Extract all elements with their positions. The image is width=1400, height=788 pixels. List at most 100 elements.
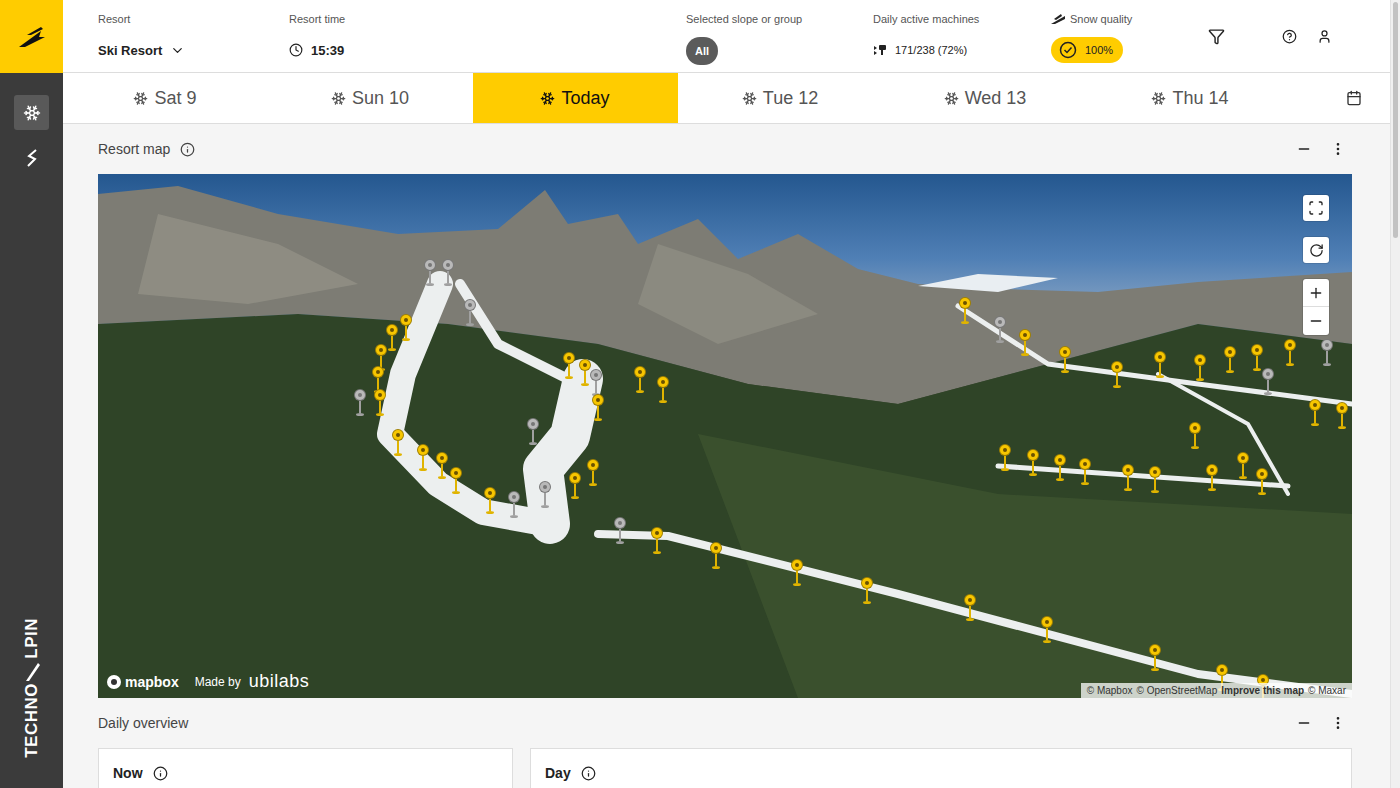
calendar-button[interactable] <box>1293 73 1390 123</box>
map-pin[interactable] <box>1206 464 1218 492</box>
user-button[interactable] <box>1308 20 1340 52</box>
menu-button[interactable] <box>1324 707 1352 739</box>
map-pin[interactable] <box>1194 354 1206 382</box>
map-pin[interactable] <box>386 324 398 352</box>
map-pin[interactable] <box>1189 422 1201 450</box>
sidebar-item[interactable] <box>14 95 49 130</box>
map-pin[interactable] <box>1251 344 1263 372</box>
map-section-header: Resort map <box>63 124 1390 174</box>
map-pin[interactable] <box>1122 464 1134 492</box>
info-icon[interactable] <box>581 766 596 781</box>
collapse-button[interactable] <box>1290 133 1318 165</box>
day-tab[interactable]: Sat 9 <box>63 73 268 123</box>
menu-button[interactable] <box>1324 133 1352 165</box>
map-pin[interactable] <box>657 376 669 404</box>
help-button[interactable] <box>1270 20 1308 52</box>
map-pin[interactable] <box>1224 346 1236 374</box>
map-pin[interactable] <box>508 491 520 519</box>
map-pin[interactable] <box>999 444 1011 472</box>
map-pin[interactable] <box>590 369 602 397</box>
scroll-thumb[interactable] <box>1393 2 1398 238</box>
map-pin[interactable] <box>1149 644 1161 672</box>
map-pin[interactable] <box>424 259 436 287</box>
credit-link[interactable]: Improve this map <box>1221 685 1304 696</box>
map-pin[interactable] <box>634 366 646 394</box>
map-pin[interactable] <box>1149 466 1161 494</box>
map-pin[interactable] <box>374 389 386 417</box>
more-icon <box>1330 715 1346 731</box>
day-tab[interactable]: Today <box>473 73 678 123</box>
map-pin[interactable] <box>442 259 454 287</box>
slope-pill[interactable]: All <box>686 37 718 65</box>
filter-button[interactable] <box>1200 20 1232 52</box>
scrollbar[interactable] <box>1390 0 1400 788</box>
map-pin[interactable] <box>417 444 429 472</box>
map-pin[interactable] <box>1256 468 1268 496</box>
map-pin[interactable] <box>994 316 1006 344</box>
map-pin[interactable] <box>1336 402 1348 430</box>
map-pin[interactable] <box>392 429 404 457</box>
credit-link[interactable]: © Maxar <box>1308 685 1346 696</box>
map-pin[interactable] <box>539 481 551 509</box>
zoom-out-button[interactable] <box>1303 307 1329 335</box>
map-pin[interactable] <box>563 352 575 380</box>
reset-button[interactable] <box>1303 237 1329 263</box>
day-tabs: Sat 9Sun 10TodayTue 12Wed 13Thu 14 <box>63 73 1390 124</box>
map-pin[interactable] <box>1309 399 1321 427</box>
day-tab[interactable]: Tue 12 <box>678 73 883 123</box>
minus-icon <box>1308 313 1324 329</box>
map-pin[interactable] <box>614 517 626 545</box>
logo-icon[interactable] <box>17 25 47 49</box>
map-pin[interactable] <box>1027 449 1039 477</box>
map-pin[interactable] <box>1262 368 1274 396</box>
map-pin[interactable] <box>1054 454 1066 482</box>
map-pin[interactable] <box>592 394 604 422</box>
logo[interactable] <box>0 0 63 73</box>
snow-quality-pill[interactable]: 100% <box>1051 37 1123 63</box>
map-pin[interactable] <box>1321 339 1333 367</box>
credit-link[interactable]: © OpenStreetMap <box>1137 685 1218 696</box>
map-pin[interactable] <box>710 542 722 570</box>
map-pin[interactable] <box>464 299 476 327</box>
map-pin[interactable] <box>1041 616 1053 644</box>
resort-field[interactable]: ResortSki Resort <box>98 0 289 72</box>
info-icon[interactable] <box>180 142 195 157</box>
map-pin[interactable] <box>1111 361 1123 389</box>
day-tab[interactable]: Sun 10 <box>268 73 473 123</box>
map-pin[interactable] <box>1237 452 1249 480</box>
map-pin[interactable] <box>1154 351 1166 379</box>
collapse-button[interactable] <box>1290 707 1318 739</box>
resort-map[interactable]: mapbox Made byubilabs © Mapbox © OpenStreet… <box>98 174 1352 698</box>
zoom-in-button[interactable] <box>1303 279 1329 307</box>
made-by[interactable]: Made byubilabs <box>195 671 310 692</box>
map-pin[interactable] <box>1059 346 1071 374</box>
map-pin[interactable] <box>527 418 539 446</box>
map-pin[interactable] <box>651 527 663 555</box>
map-pin[interactable] <box>959 297 971 325</box>
sidebar-item[interactable] <box>14 140 49 175</box>
day-tab[interactable]: Wed 13 <box>883 73 1088 123</box>
map-pin[interactable] <box>484 487 496 515</box>
info-icon[interactable] <box>153 766 168 781</box>
map-pin[interactable] <box>587 459 599 487</box>
nav-list <box>14 73 49 175</box>
map-pin[interactable] <box>791 559 803 587</box>
day-tab[interactable]: Thu 14 <box>1088 73 1293 123</box>
map-pin[interactable] <box>436 452 448 480</box>
map-pin[interactable] <box>354 389 366 417</box>
map-pin[interactable] <box>579 359 591 387</box>
fullscreen-button[interactable] <box>1303 195 1329 221</box>
map-pin[interactable] <box>569 472 581 500</box>
map-pin[interactable] <box>1284 339 1296 367</box>
map-pin[interactable] <box>1079 458 1091 486</box>
slope-field[interactable]: Selected slope or groupAll <box>686 0 873 72</box>
map-pin[interactable] <box>400 314 412 342</box>
mapbox-logo[interactable]: mapbox <box>106 674 179 690</box>
map-pin[interactable] <box>1019 329 1031 357</box>
map-pin[interactable] <box>861 577 873 605</box>
credit-link[interactable]: © Mapbox <box>1087 685 1133 696</box>
map-pin[interactable] <box>964 594 976 622</box>
map-pin[interactable] <box>450 467 462 495</box>
snow-field[interactable]: Snow quality100% <box>1051 0 1161 72</box>
snow-slope-icon <box>1051 14 1065 24</box>
